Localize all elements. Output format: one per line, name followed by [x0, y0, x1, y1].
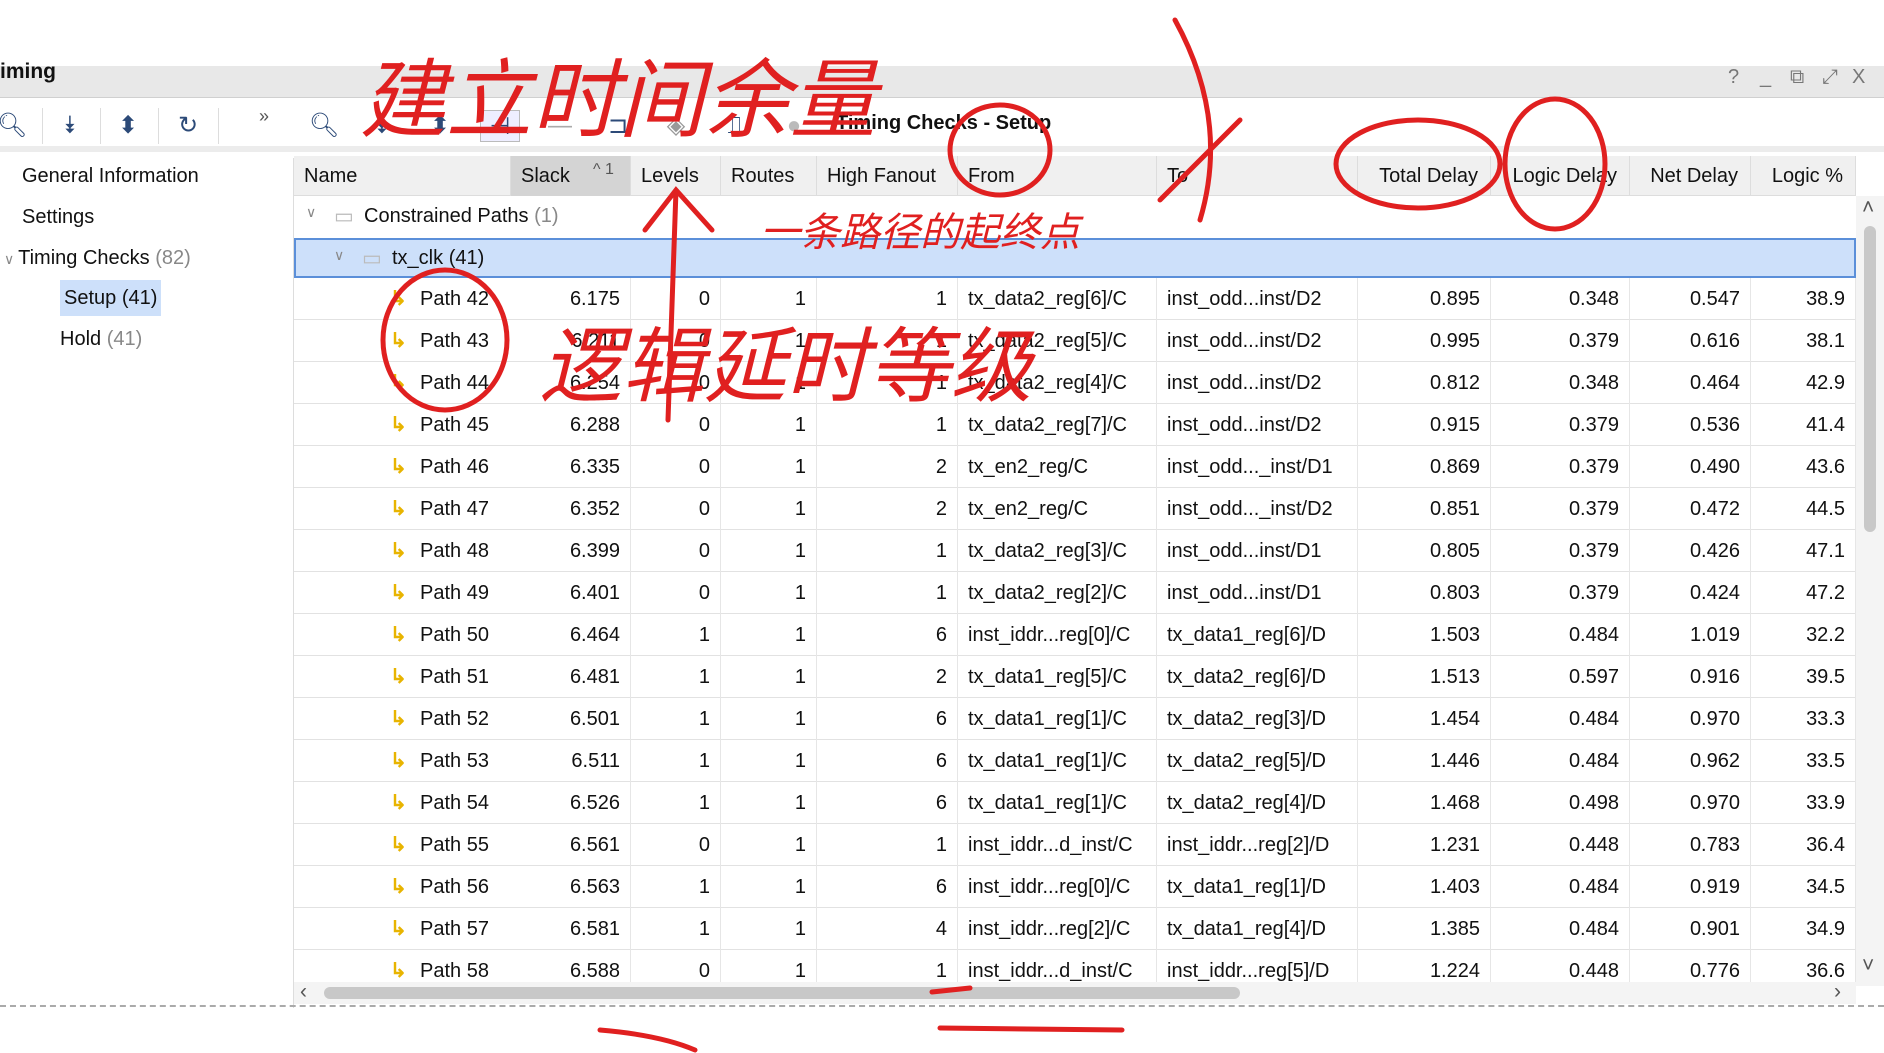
annotation-arrow-levels [642, 186, 715, 423]
annotation-circle-logic-delay [1502, 96, 1608, 232]
annotation-circle-total-delay [1333, 117, 1503, 211]
annotation-circle-from [947, 102, 1053, 198]
annotation-layer [380, 17, 1608, 1053]
annotation-arrow-to [1157, 17, 1243, 223]
annotation-circle-path [380, 267, 510, 413]
annotation-underline [597, 985, 1125, 1053]
